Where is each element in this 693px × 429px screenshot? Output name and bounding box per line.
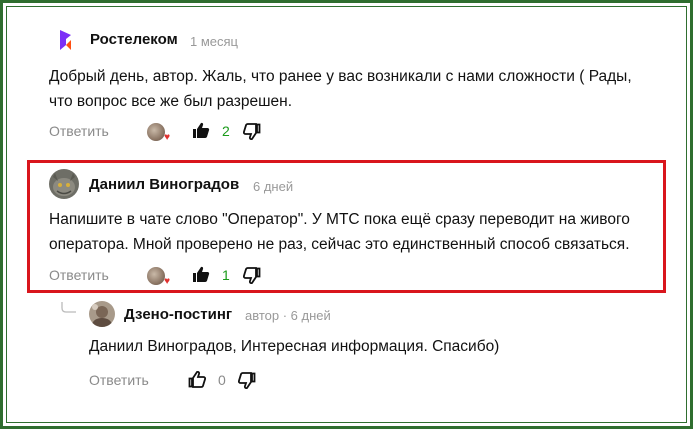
reply-button[interactable]: Ответить [49,267,109,283]
comment-text: Добрый день, автор. Жаль, что ранее у ва… [49,64,632,114]
thumbs-down-icon[interactable] [242,267,261,285]
thumbs-down-icon[interactable] [237,372,256,390]
comment-text-line: Даниил Виноградов, Интересная информация… [89,338,500,355]
thumbs-up-icon[interactable] [192,121,210,139]
avatar[interactable] [49,169,79,199]
thumbs-up-icon[interactable] [188,370,207,388]
comment-text-line: оператора. Мной проверено не раз, сейчас… [49,236,630,253]
reactions-avatar[interactable]: ♥ [147,267,170,287]
thumbs-down-icon[interactable] [242,123,261,141]
reactions-avatar[interactable]: ♥ [147,123,170,143]
comment-time: 1 месяц [190,34,238,49]
like-count: 0 [218,372,226,388]
avatar[interactable] [89,301,115,327]
comment-text-line: Напишите в чате слово "Оператор". У МТС … [49,211,630,228]
comment-text: Даниил Виноградов, Интересная информация… [89,334,499,359]
heart-icon: ♥ [164,132,170,143]
comment-author[interactable]: Даниил Виноградов [89,176,239,193]
thumbs-up-icon[interactable] [192,265,210,283]
rostelecom-logo-icon [54,28,78,52]
reply-button[interactable]: Ответить [89,372,149,388]
comment-time: 6 дней [253,179,294,194]
reply-thread-icon [61,302,77,316]
like-count: 1 [222,267,230,283]
comment-text-line: Добрый день, автор. Жаль, что ранее у ва… [49,68,632,85]
comment-text: Напишите в чате слово "Оператор". У МТС … [49,207,630,257]
comment-author[interactable]: Ростелеком [90,31,178,48]
comment-author[interactable]: Дзено-постинг [124,306,232,323]
reply-button[interactable]: Ответить [49,123,109,139]
like-count: 2 [222,123,230,139]
heart-icon: ♥ [164,276,170,287]
comment-time: автор · 6 дней [245,308,331,323]
comment-text-line: что вопрос все же был разрешен. [49,93,293,110]
